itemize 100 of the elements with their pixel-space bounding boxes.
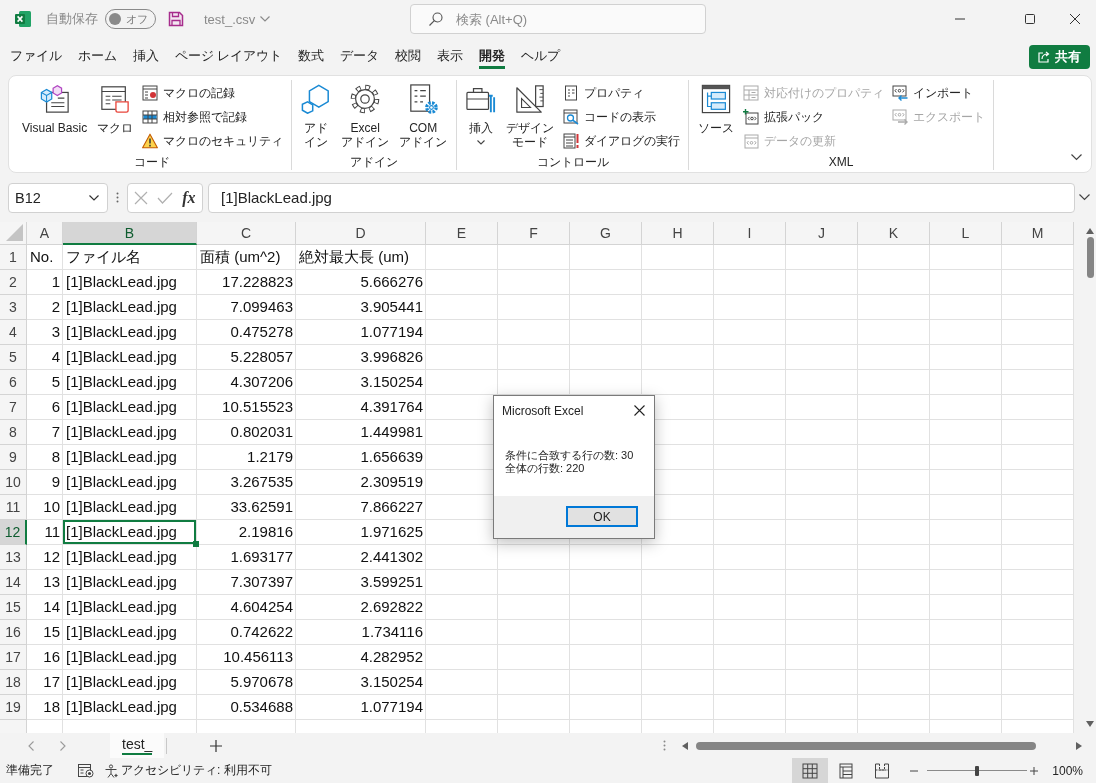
row-header[interactable]: 11: [0, 495, 27, 520]
more-icon[interactable]: [663, 740, 666, 751]
ribbon-button[interactable]: COM アドイン: [396, 80, 451, 149]
zoom-level[interactable]: 100%: [1052, 763, 1083, 778]
sheet-tab[interactable]: test_: [110, 733, 165, 758]
menu-tab[interactable]: 数式: [298, 44, 325, 69]
menu-tab[interactable]: ページ レイアウト: [175, 44, 283, 69]
cubes-document-icon: [39, 84, 70, 114]
accessibility-status[interactable]: アクセシビリティ: 利用不可: [121, 762, 272, 779]
ribbon-button[interactable]: アド イン: [298, 80, 335, 149]
column-header[interactable]: I: [714, 222, 786, 245]
normal-view-button[interactable]: [792, 758, 829, 783]
ribbon-button[interactable]: マクロのセキュリティ: [140, 129, 286, 153]
table-cell: [1]BlackLead.jpg: [63, 470, 197, 495]
down-arrow-icon[interactable]: [1086, 721, 1094, 727]
row-header[interactable]: 3: [0, 295, 27, 320]
row-header[interactable]: 15: [0, 595, 27, 620]
menu-tab[interactable]: 校閲: [395, 44, 422, 69]
chevron-down-icon[interactable]: [1079, 194, 1090, 201]
table-icon: [142, 109, 159, 125]
right-arrow-icon[interactable]: [1076, 741, 1082, 750]
row-header[interactable]: 14: [0, 570, 27, 595]
menu-tab[interactable]: 表示: [437, 44, 464, 69]
row-header[interactable]: 4: [0, 320, 27, 345]
ribbon-button[interactable]: マクロ: [94, 80, 137, 135]
row-header[interactable]: 17: [0, 645, 27, 670]
menu-tab[interactable]: ホーム: [78, 44, 117, 69]
insert-function-button[interactable]: fx: [182, 188, 196, 207]
row-header[interactable]: 10: [0, 470, 27, 495]
left-arrow-icon[interactable]: [682, 741, 688, 750]
ribbon-button[interactable]: Visual Basic: [19, 80, 91, 135]
scrollbar-thumb[interactable]: [696, 741, 1036, 750]
row-header[interactable]: 7: [0, 395, 27, 420]
row-header[interactable]: 12: [0, 520, 27, 545]
share-button[interactable]: 共有: [1029, 44, 1090, 69]
fill-handle-icon[interactable]: [193, 541, 199, 547]
row-header[interactable]: 19: [0, 695, 27, 720]
table-cell: 3.267535: [197, 470, 296, 495]
column-header[interactable]: D: [296, 222, 426, 245]
row-header[interactable]: 9: [0, 445, 27, 470]
record-icon[interactable]: [78, 763, 94, 778]
scrollbar-thumb[interactable]: [1086, 237, 1094, 278]
more-icon[interactable]: [116, 192, 119, 203]
row-header[interactable]: 2: [0, 270, 27, 295]
table-cell: No.: [27, 245, 63, 270]
accessibility-icon[interactable]: [104, 763, 118, 778]
ribbon-button[interactable]: 相対参照で記録: [140, 105, 286, 129]
column-header[interactable]: K: [858, 222, 930, 245]
column-header[interactable]: F: [498, 222, 570, 245]
column-header[interactable]: B: [63, 222, 197, 245]
maximize-icon[interactable]: [1025, 14, 1035, 24]
column-header[interactable]: H: [642, 222, 714, 245]
row-header[interactable]: 1: [0, 245, 27, 270]
formula-field[interactable]: [1]BlackLead.jpg: [208, 182, 1075, 213]
column-header[interactable]: C: [197, 222, 296, 245]
row-header[interactable]: 8: [0, 420, 27, 445]
group-label: XML: [827, 154, 855, 170]
column-header[interactable]: G: [570, 222, 642, 245]
plus-icon[interactable]: [1030, 766, 1039, 775]
plus-icon[interactable]: [210, 739, 223, 752]
column-header[interactable]: J: [786, 222, 858, 245]
check-icon[interactable]: [157, 191, 174, 204]
menu-tab[interactable]: 挿入: [133, 44, 159, 69]
menu-tab[interactable]: データ: [340, 44, 380, 69]
grid-icon: [802, 762, 819, 779]
ribbon-button[interactable]: コードの表示: [561, 105, 683, 129]
column-header[interactable]: M: [1002, 222, 1074, 245]
ribbon-button[interactable]: ソース: [695, 80, 738, 135]
menu-tab[interactable]: ファイル: [10, 44, 62, 69]
column-header[interactable]: A: [27, 222, 63, 245]
ribbon-button[interactable]: ダイアログの実行: [561, 129, 683, 153]
ribbon-button[interactable]: 拡張パック: [741, 105, 887, 129]
row-header[interactable]: 6: [0, 370, 27, 395]
ribbon-button[interactable]: マクロの記録: [140, 81, 286, 105]
column-header[interactable]: E: [426, 222, 498, 245]
column-header[interactable]: L: [930, 222, 1002, 245]
up-arrow-icon[interactable]: [1086, 228, 1094, 234]
ok-button[interactable]: OK: [566, 506, 638, 527]
chevron-down-icon[interactable]: [1071, 154, 1082, 161]
row-header[interactable]: 16: [0, 620, 27, 645]
table-cell: 4.282952: [296, 645, 426, 670]
ribbon-button[interactable]: インポート: [890, 81, 988, 105]
ribbon-button[interactable]: デザイン モード: [503, 80, 558, 149]
name-box[interactable]: B12: [8, 182, 108, 213]
search-field[interactable]: 検索 (Alt+Q): [410, 4, 706, 34]
menu-tab[interactable]: 開発: [479, 44, 506, 69]
ribbon-button[interactable]: Excel アドイン: [338, 80, 393, 149]
table-cell: [1]BlackLead.jpg: [63, 545, 197, 570]
close-icon[interactable]: [634, 405, 645, 416]
ribbon-button[interactable]: 挿入: [463, 80, 500, 145]
slider-thumb[interactable]: [975, 765, 980, 776]
ribbon-button[interactable]: プロパティ: [561, 81, 683, 105]
save-icon[interactable]: [168, 11, 184, 27]
table-cell: 4.391764: [296, 395, 426, 420]
row-header[interactable]: 18: [0, 670, 27, 695]
row-header[interactable]: 5: [0, 345, 27, 370]
close-icon[interactable]: [1070, 14, 1080, 24]
menu-tab[interactable]: ヘルプ: [521, 44, 561, 69]
row-header[interactable]: 13: [0, 545, 27, 570]
table-cell: 6: [27, 395, 63, 420]
